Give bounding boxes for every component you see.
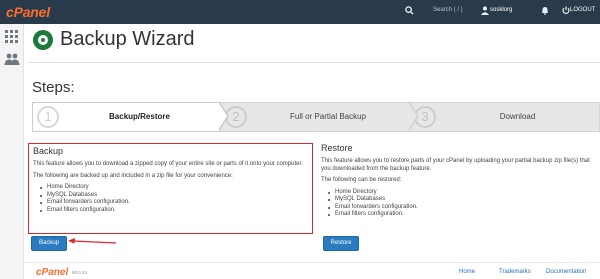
- backup-description: This feature allows you to download a zi…: [33, 161, 303, 167]
- footer-link-documentation[interactable]: Documentation: [546, 269, 586, 275]
- list-item: Email filters configuration.: [40, 207, 308, 215]
- restore-button[interactable]: Restore: [323, 236, 359, 251]
- list-item: Email forwarders configuration.: [40, 199, 308, 207]
- wizard-steps: 1 Backup/Restore 2 Full or Partial Backu…: [32, 101, 600, 132]
- page-title: Backup Wizard: [60, 28, 195, 50]
- backup-wizard-icon: [33, 30, 53, 50]
- logout-icon[interactable]: [562, 6, 570, 18]
- step-label: Backup/Restore: [109, 112, 170, 121]
- top-navigation-bar: cPanel Search ( / ) sosklorg LOGOUT: [0, 0, 600, 24]
- backup-intro: The following are backed up and included…: [33, 172, 233, 179]
- backup-button[interactable]: Backup: [31, 236, 67, 251]
- username-menu[interactable]: sosklorg: [490, 7, 512, 13]
- restore-description: This feature allows you to restore parts…: [321, 158, 590, 172]
- step-arrow-divider-fill: [218, 102, 227, 130]
- backup-section: Backup This feature allows you to downlo…: [28, 143, 313, 234]
- list-item: Email forwarders configuration.: [328, 204, 596, 212]
- bell-icon[interactable]: [541, 6, 549, 18]
- step-download[interactable]: 3 Download: [410, 102, 600, 132]
- title-divider: [28, 62, 600, 63]
- step-backup-restore[interactable]: 1 Backup/Restore: [32, 102, 220, 132]
- backup-heading: Backup: [33, 146, 64, 156]
- footer-version: 90.0.24: [72, 270, 88, 275]
- step-full-or-partial-backup[interactable]: 2 Full or Partial Backup: [220, 102, 410, 132]
- left-sidebar: [0, 24, 24, 279]
- steps-heading: Steps:: [32, 79, 75, 96]
- restore-section: Restore This feature allows you to resto…: [321, 143, 596, 219]
- logout-button[interactable]: LOGOUT: [570, 7, 595, 13]
- restore-items-list: Home Directory MySQL Databases Email for…: [328, 189, 596, 219]
- restore-intro: The following can be restored:: [321, 177, 402, 183]
- search-icon[interactable]: [405, 6, 414, 18]
- cpanel-logo[interactable]: cPanel: [6, 4, 50, 20]
- step-arrow-divider-fill: [408, 102, 417, 130]
- step-label: Full or Partial Backup: [289, 112, 367, 121]
- restore-heading: Restore: [321, 143, 353, 153]
- list-item: Home Directory: [328, 189, 596, 197]
- list-item: MySQL Databases: [328, 196, 596, 204]
- step-label: Download: [499, 112, 536, 121]
- backup-items-list: Home Directory MySQL Databases Email for…: [40, 184, 308, 215]
- user-icon[interactable]: [481, 6, 489, 18]
- users-icon[interactable]: [4, 52, 20, 66]
- footer-link-home[interactable]: Home: [459, 269, 475, 275]
- footer-link-trademarks[interactable]: Trademarks: [499, 269, 531, 275]
- list-item: MySQL Databases: [40, 192, 308, 200]
- search-input[interactable]: Search ( / ): [433, 7, 463, 13]
- page-footer: cPanel 90.0.24 Home Trademarks Documenta…: [24, 262, 600, 279]
- list-item: Home Directory: [40, 184, 308, 192]
- list-item: Email filters configuration.: [328, 211, 596, 219]
- annotation-arrow-icon: [68, 238, 117, 244]
- step-number: 1: [37, 106, 59, 128]
- footer-cpanel-logo[interactable]: cPanel: [36, 267, 68, 278]
- apps-grid-icon[interactable]: [5, 30, 18, 43]
